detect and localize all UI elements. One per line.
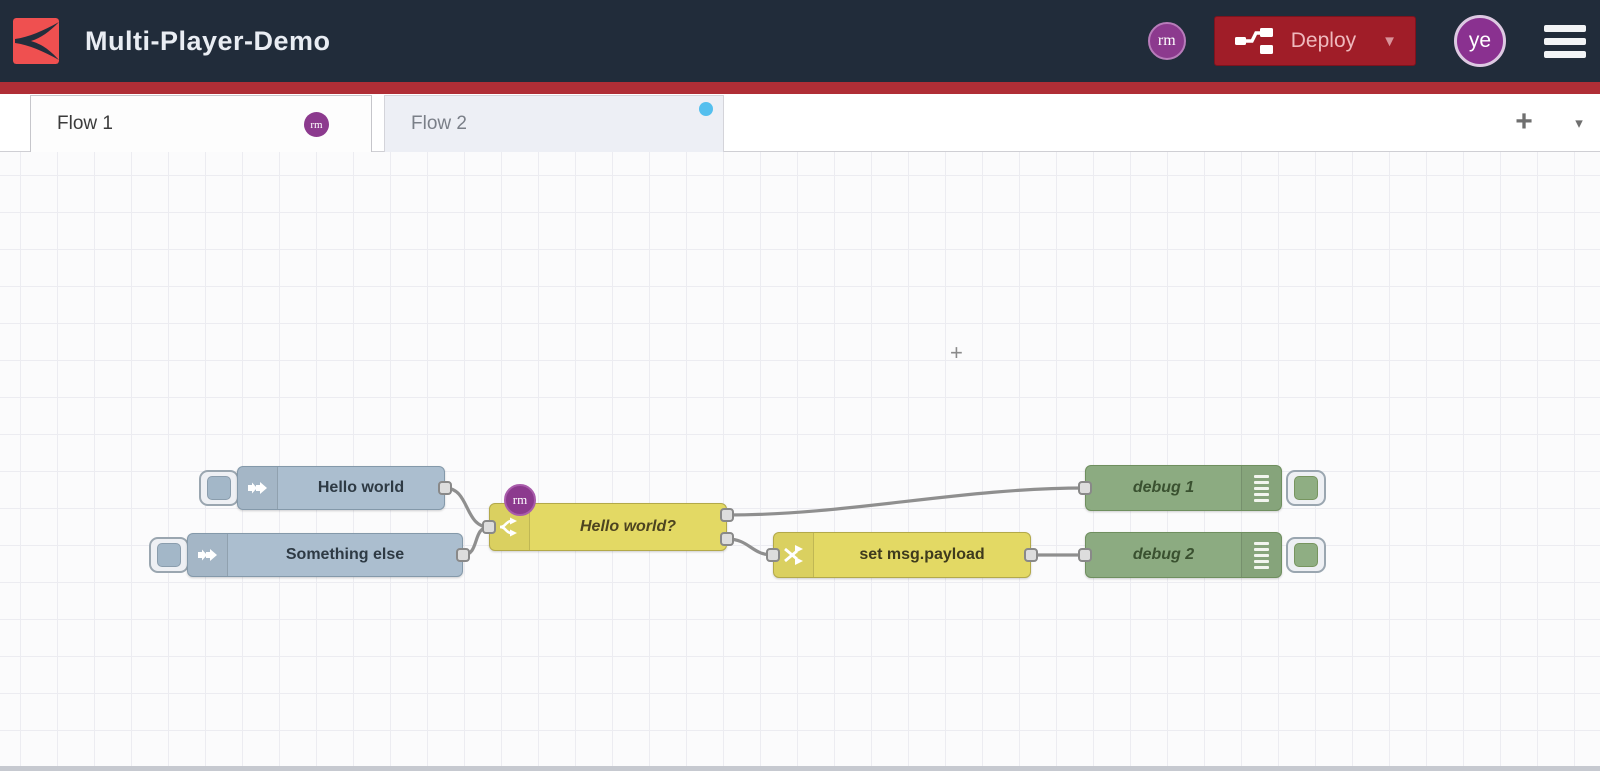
inject-trigger-button[interactable] (199, 470, 239, 506)
node-label: debug 1 (1132, 479, 1195, 496)
list-lines-icon (1241, 533, 1281, 577)
inject-button-inner (207, 476, 231, 500)
bottom-edge-strip (0, 766, 1600, 771)
debug-button-inner (1294, 543, 1318, 567)
activity-dot-icon (699, 102, 713, 116)
wires-layer (443, 486, 1087, 557)
add-flow-button[interactable]: + (1504, 102, 1544, 142)
page-title: Multi-Player-Demo (85, 25, 331, 56)
inject-arrow-icon (188, 534, 228, 576)
input-port[interactable] (482, 520, 496, 534)
flow-canvas[interactable]: Hello world Something else Hello world? … (0, 152, 1600, 771)
deploy-button[interactable]: Deploy ▼ (1213, 16, 1416, 66)
node-label: Hello world (317, 479, 405, 496)
tab-label: Flow 2 (411, 113, 467, 134)
debug-toggle-button[interactable] (1286, 470, 1326, 506)
header-accent-divider (0, 82, 1600, 94)
node-debug-1[interactable]: debug 1 (1085, 465, 1282, 511)
deploy-label: Deploy (1290, 29, 1357, 52)
tab-list-caret-icon[interactable]: ▾ (1562, 106, 1596, 140)
tab-flow-1[interactable]: Flow 1 rm (30, 95, 372, 152)
node-red-logo-icon[interactable] (13, 18, 59, 64)
node-debug-2[interactable]: debug 2 (1085, 532, 1282, 578)
deploy-caret-icon[interactable]: ▼ (1382, 33, 1397, 50)
inject-button-inner (157, 543, 181, 567)
cursor-crosshair: + (950, 340, 963, 365)
input-port[interactable] (1078, 548, 1092, 562)
hamburger-bar (1544, 50, 1586, 58)
collaborator-badge-rm: rm (504, 484, 536, 516)
header-bar: Multi-Player-Demo rm Deploy ▼ ye (0, 0, 1600, 82)
wire[interactable] (725, 486, 1087, 517)
debug-button-inner (1294, 476, 1318, 500)
inject-arrow-icon (238, 467, 278, 509)
output-port[interactable] (720, 532, 734, 546)
collaborator-badge-rm: rm (304, 112, 329, 137)
node-label: set msg.payload (859, 546, 985, 563)
debug-toggle-button[interactable] (1286, 537, 1326, 573)
flow-tab-bar: Flow 1 rm Flow 2 + ▾ (0, 94, 1600, 152)
node-label: Something else (285, 546, 405, 563)
hamburger-bar (1544, 37, 1586, 45)
node-change-set-payload[interactable]: set msg.payload (773, 532, 1031, 578)
crossed-arrows-icon (774, 533, 814, 577)
input-port[interactable] (766, 548, 780, 562)
hamburger-bar (1544, 24, 1586, 32)
node-inject-hello-world[interactable]: Hello world (237, 466, 445, 510)
output-port[interactable] (456, 548, 470, 562)
node-label: Hello world? (580, 518, 676, 535)
inject-trigger-button[interactable] (149, 537, 189, 573)
user-avatar-ye[interactable]: ye (1454, 15, 1506, 67)
collaborator-avatar-rm[interactable]: rm (1147, 22, 1186, 60)
node-inject-something-else[interactable]: Something else (187, 533, 463, 577)
hamburger-menu-icon[interactable] (1544, 24, 1586, 58)
output-port[interactable] (720, 508, 734, 522)
input-port[interactable] (1078, 481, 1092, 495)
tab-flow-2[interactable]: Flow 2 (384, 95, 724, 152)
tab-label: Flow 1 (57, 113, 113, 134)
list-lines-icon (1241, 466, 1281, 510)
deploy-nodes-icon (1234, 28, 1273, 54)
output-port[interactable] (438, 481, 452, 495)
node-label: debug 2 (1132, 546, 1195, 563)
output-port[interactable] (1024, 548, 1038, 562)
